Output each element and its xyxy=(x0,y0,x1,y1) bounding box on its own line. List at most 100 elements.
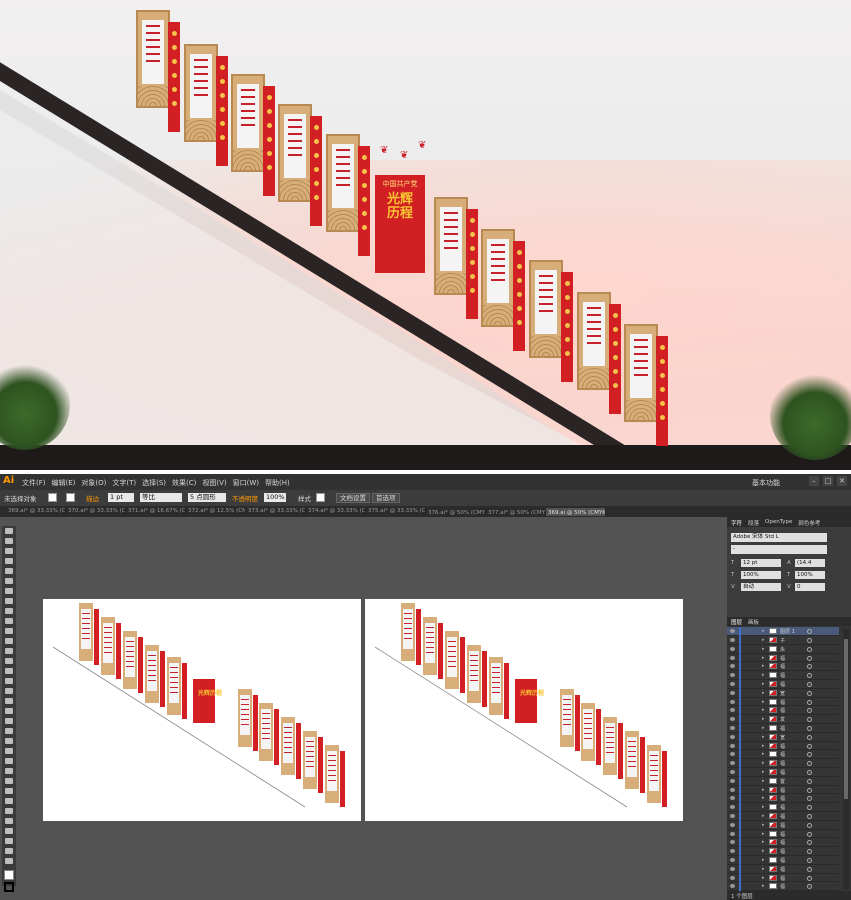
tool-icon[interactable] xyxy=(5,788,13,794)
target-circle-icon[interactable] xyxy=(807,875,812,881)
disclosure-triangle-icon[interactable]: ▸ xyxy=(762,707,765,713)
disclosure-triangle-icon[interactable]: ▸ xyxy=(762,866,765,872)
layer-row[interactable]: ▸ 永 xyxy=(727,644,839,654)
tool-icon[interactable] xyxy=(5,568,13,574)
layer-row[interactable]: ▸福 xyxy=(727,680,839,689)
menu-item[interactable]: 对象(O) xyxy=(81,478,106,488)
target-circle-icon[interactable] xyxy=(807,884,812,890)
layer-row[interactable]: ▸福 xyxy=(727,856,839,865)
visibility-eye-icon[interactable] xyxy=(730,875,735,880)
disclosure-triangle-icon[interactable]: ▸ xyxy=(762,822,765,828)
tool-icon[interactable] xyxy=(5,578,13,584)
tool-icon[interactable] xyxy=(5,808,13,814)
layer-name[interactable]: 福 xyxy=(780,655,785,662)
menu-item[interactable]: 视图(V) xyxy=(202,478,226,488)
target-circle-icon[interactable] xyxy=(807,761,812,767)
opacity-label[interactable]: 不透明度 xyxy=(232,493,258,503)
document-tab[interactable]: 377.ai* @ 50% (CMYK/预... xyxy=(486,508,546,516)
tool-icon[interactable] xyxy=(5,598,13,604)
opacity-field[interactable]: 100% xyxy=(264,493,286,502)
visibility-eye-icon[interactable] xyxy=(730,770,735,774)
layer-name[interactable]: 福 xyxy=(780,672,785,679)
layer-name[interactable]: 福 xyxy=(780,751,785,758)
kerning-field[interactable]: 自动 xyxy=(741,583,781,591)
layer-row[interactable]: ▸福 xyxy=(727,864,839,874)
leading-field[interactable]: (14.4 xyxy=(795,559,825,567)
disclosure-triangle-icon[interactable]: ▸ xyxy=(762,743,765,749)
font-style-select[interactable]: - xyxy=(731,545,827,554)
layer-name[interactable]: 福 xyxy=(780,743,785,750)
disclosure-triangle-icon[interactable]: ▸ xyxy=(762,804,765,810)
tool-icon[interactable] xyxy=(5,658,13,664)
target-circle-icon[interactable] xyxy=(807,752,812,758)
target-circle-icon[interactable] xyxy=(807,734,812,740)
layer-row[interactable]: ▸福 xyxy=(727,724,839,733)
visibility-eye-icon[interactable] xyxy=(730,805,735,810)
visibility-eye-icon[interactable] xyxy=(730,690,735,695)
layer-row[interactable]: ▸福 xyxy=(727,653,839,663)
disclosure-triangle-icon[interactable]: ▸ xyxy=(762,848,765,854)
target-circle-icon[interactable] xyxy=(807,673,812,679)
layer-name[interactable]: 福 xyxy=(780,848,785,855)
tool-icon[interactable] xyxy=(5,738,13,744)
stroke-color-swatch[interactable] xyxy=(4,882,14,892)
menu-item[interactable]: 文字(T) xyxy=(112,478,136,488)
layer-name[interactable]: 福 xyxy=(780,839,785,846)
document-tab[interactable]: 375.ai* @ 33.33% (CMYK... xyxy=(366,508,426,516)
layer-name[interactable]: 福 xyxy=(780,822,785,829)
stroke-profile-select[interactable]: 等比 xyxy=(140,493,182,502)
tool-icon[interactable] xyxy=(5,608,13,614)
visibility-eye-icon[interactable] xyxy=(730,787,735,792)
layer-row[interactable]: ▸ 子 xyxy=(727,636,839,645)
tool-icon[interactable] xyxy=(5,818,13,824)
layer-row[interactable]: ▸福 xyxy=(727,759,839,768)
disclosure-triangle-icon[interactable]: ▸ xyxy=(762,883,765,889)
disclosure-triangle-icon[interactable]: ▸ xyxy=(762,813,765,819)
layer-row[interactable]: ▸ 宽 xyxy=(727,732,839,742)
visibility-eye-icon[interactable] xyxy=(730,840,735,845)
visibility-eye-icon[interactable] xyxy=(730,752,735,757)
layer-name[interactable]: 福 xyxy=(780,883,785,890)
disclosure-triangle-icon[interactable]: ▸ xyxy=(762,769,765,775)
target-circle-icon[interactable] xyxy=(807,866,812,872)
layer-name[interactable]: 宽 xyxy=(780,734,785,741)
tool-icon[interactable] xyxy=(5,628,13,634)
disclosure-triangle-icon[interactable]: ▸ xyxy=(762,725,765,731)
tool-icon[interactable] xyxy=(5,618,13,624)
menu-item[interactable]: 编辑(E) xyxy=(52,478,76,488)
horizontal-scale-field[interactable]: 100% xyxy=(795,571,825,579)
preferences-button[interactable]: 首选项 xyxy=(372,493,400,503)
layers-scrollbar[interactable] xyxy=(843,629,849,889)
visibility-eye-icon[interactable] xyxy=(730,629,735,633)
visibility-eye-icon[interactable] xyxy=(730,743,735,748)
document-tab[interactable]: 369.ai @ 50% (CMYK/预览) xyxy=(546,508,606,516)
layer-row[interactable]: ▸福 xyxy=(727,662,839,672)
layer-row[interactable]: ▸福 xyxy=(727,838,839,848)
disclosure-triangle-icon[interactable]: ▸ xyxy=(762,646,765,652)
stroke-label[interactable]: 描边 xyxy=(86,493,99,503)
layer-name[interactable]: 福 xyxy=(780,795,785,802)
layer-name[interactable]: 福 xyxy=(780,813,785,820)
layer-name[interactable]: 永 xyxy=(780,646,785,653)
tool-icon[interactable] xyxy=(5,728,13,734)
layer-name[interactable]: 福 xyxy=(780,681,785,688)
disclosure-triangle-icon[interactable]: ▸ xyxy=(762,778,765,784)
target-circle-icon[interactable] xyxy=(807,638,812,643)
layer-name[interactable]: 发 xyxy=(780,716,785,723)
canvas-area[interactable]: 光辉历程 光辉历程 xyxy=(18,517,725,900)
tool-icon[interactable] xyxy=(5,798,13,804)
layer-row[interactable]: ▸福 xyxy=(727,794,839,804)
layer-row[interactable]: ▸福 xyxy=(727,750,839,760)
disclosure-triangle-icon[interactable]: ▸ xyxy=(762,839,765,845)
visibility-eye-icon[interactable] xyxy=(730,664,735,669)
layer-name[interactable]: 子 xyxy=(780,637,785,644)
visibility-eye-icon[interactable] xyxy=(730,726,735,730)
layer-name[interactable]: 图层 1 xyxy=(780,628,795,635)
target-circle-icon[interactable] xyxy=(807,655,812,661)
layer-row[interactable]: ▸福 xyxy=(727,697,839,707)
tool-icon[interactable] xyxy=(5,838,13,844)
layer-row[interactable]: ▸ 发 xyxy=(727,715,839,724)
menu-item[interactable]: 窗口(W) xyxy=(233,478,259,488)
stroke-weight-field[interactable]: 1 pt xyxy=(108,493,134,502)
layer-name[interactable]: 福 xyxy=(780,804,785,811)
